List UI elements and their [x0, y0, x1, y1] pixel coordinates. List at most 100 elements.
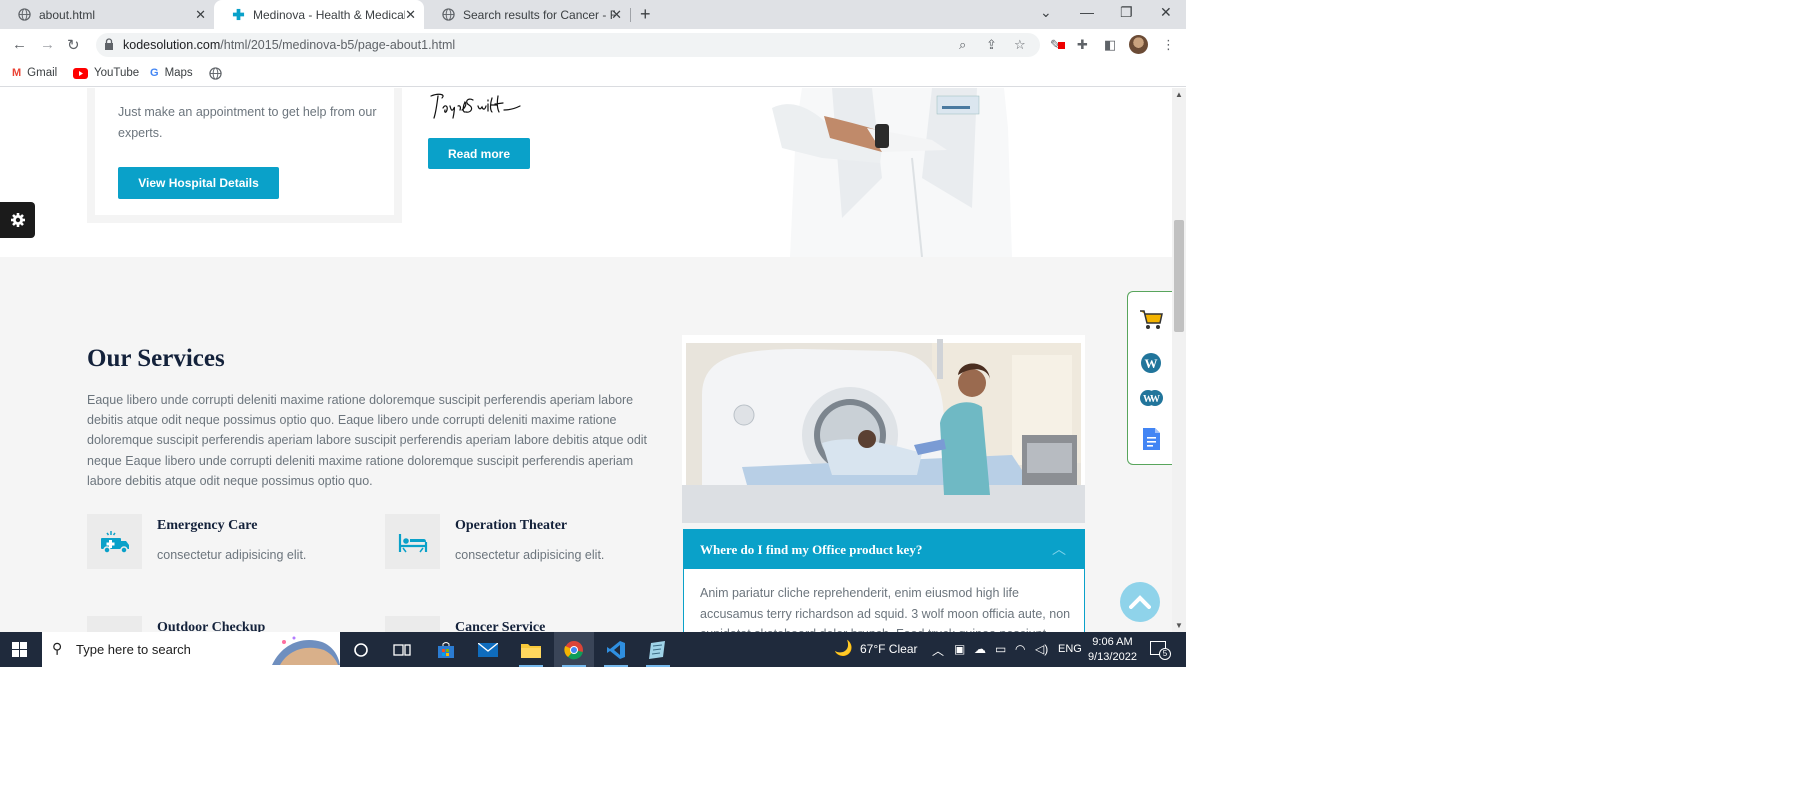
close-tab-icon[interactable]: ✕: [195, 7, 206, 23]
wordpress-icon[interactable]: W: [1138, 350, 1164, 376]
document-icon[interactable]: [1138, 426, 1164, 452]
close-tab-icon[interactable]: ✕: [611, 7, 622, 23]
scroll-to-top-button[interactable]: [1120, 582, 1160, 622]
extensions-puzzle-icon[interactable]: ✚: [1077, 37, 1088, 53]
search-highlight-illustration: [272, 636, 340, 665]
taskbar-clock[interactable]: 9:06 AM 9/13/2022: [1088, 635, 1137, 665]
bookmark-gmail[interactable]: M Gmail: [12, 67, 57, 79]
tab-search-chevron-icon[interactable]: ⌄: [1040, 4, 1052, 21]
bookmark-youtube[interactable]: YouTube: [73, 67, 139, 79]
read-more-button[interactable]: Read more: [428, 138, 530, 169]
scroll-up-arrow-icon[interactable]: ▲: [1175, 90, 1183, 99]
wifi-icon[interactable]: ◠: [1015, 642, 1025, 656]
weather-text[interactable]: 67°F Clear: [860, 642, 918, 656]
notepad-button[interactable]: [638, 632, 678, 667]
service-title: Outdoor Checkup: [157, 620, 266, 632]
ct-scan-image: [682, 335, 1085, 523]
bookmark-star-icon[interactable]: ☆: [1014, 37, 1026, 53]
profile-avatar[interactable]: [1129, 35, 1148, 54]
bookmark-maps[interactable]: G Maps: [150, 67, 193, 79]
doctor-image: [772, 88, 1012, 257]
vscode-button[interactable]: [596, 632, 636, 667]
globe-icon: [442, 8, 455, 21]
minimize-button[interactable]: —: [1080, 4, 1094, 20]
ambulance-icon: [100, 530, 129, 554]
background-area-bottom: [0, 667, 1186, 788]
hospital-bed-icon: [398, 533, 427, 552]
file-explorer-button[interactable]: [511, 632, 551, 667]
view-hospital-details-button[interactable]: View Hospital Details: [118, 167, 279, 199]
reload-button[interactable]: ↻: [67, 36, 80, 54]
close-tab-icon[interactable]: ✕: [405, 7, 416, 23]
page-viewport: Just make an appointment to get help fro…: [0, 88, 1172, 632]
windows-start-icon[interactable]: [12, 642, 27, 657]
new-tab-button[interactable]: +: [640, 4, 651, 25]
address-bar: ← → ↻ kodesolution.com/html/2015/medinov…: [0, 29, 1186, 61]
language-indicator[interactable]: ENG: [1058, 643, 1082, 655]
tab-medinova[interactable]: Medinova - Health & Medical HT ✕: [214, 0, 424, 29]
close-window-button[interactable]: ✕: [1160, 4, 1172, 21]
faq-answer: Anim pariatur cliche reprehenderit, enim…: [700, 586, 1071, 632]
extension-pen-icon[interactable]: ✎: [1050, 37, 1065, 53]
menu-kebab-icon[interactable]: ⋮: [1162, 37, 1175, 53]
page-scrollbar[interactable]: ▲ ▼: [1172, 88, 1186, 632]
tab-about[interactable]: about.html ✕: [0, 0, 214, 29]
zoom-icon[interactable]: ⌕: [959, 37, 966, 53]
services-section: Our Services Eaque libero unde corrupti …: [0, 257, 1172, 632]
side-panel-icon[interactable]: ◧: [1104, 37, 1116, 53]
chrome-button[interactable]: [554, 632, 594, 667]
faq-header[interactable]: Where do I find my Office product key? ︿: [684, 530, 1084, 569]
search-placeholder: Type here to search: [76, 642, 191, 657]
url-field[interactable]: kodesolution.com/html/2015/medinova-b5/p…: [96, 33, 1040, 57]
wordpress-plugins-icon[interactable]: W W: [1138, 386, 1164, 412]
service-icon-box: [385, 514, 440, 569]
service-title: Emergency Care: [157, 518, 258, 533]
background-area: [1186, 0, 1806, 788]
forward-button[interactable]: →: [40, 36, 55, 53]
chevron-up-icon[interactable]: ︿: [1052, 539, 1066, 559]
scrollbar-thumb[interactable]: [1174, 220, 1184, 332]
service-subtitle: consectetur adipisicing elit.: [157, 548, 307, 562]
cortana-circle-icon: [354, 642, 368, 657]
weather-moon-icon[interactable]: 🌙: [834, 639, 853, 657]
folder-icon: [521, 643, 541, 658]
tab-flaticon[interactable]: Search results for Cancer - Flatic ✕: [424, 0, 630, 29]
services-description: Eaque libero unde corrupti deleniti maxi…: [87, 393, 648, 488]
scroll-down-arrow-icon[interactable]: ▼: [1175, 621, 1183, 630]
clock-time: 9:06 AM: [1092, 636, 1133, 648]
cart-icon[interactable]: [1138, 306, 1164, 332]
back-button[interactable]: ←: [12, 36, 27, 53]
share-icon[interactable]: ⇪: [986, 37, 997, 53]
battery-icon[interactable]: ▭: [995, 642, 1006, 656]
bookmark-globe[interactable]: [209, 67, 222, 80]
medical-cross-icon: [232, 8, 245, 21]
chevron-up-icon: [1129, 595, 1151, 609]
tray-chevron-up-icon[interactable]: ︿: [932, 642, 944, 659]
service-icon-box: [87, 616, 142, 632]
cortana-button[interactable]: [341, 632, 381, 667]
svg-text:W: W: [1145, 356, 1158, 371]
microsoft-store-button[interactable]: [426, 632, 466, 667]
style-switcher-button[interactable]: [0, 202, 35, 238]
chrome-icon: [564, 640, 583, 659]
notification-count-badge: 5: [1159, 648, 1171, 660]
service-title: Operation Theater: [455, 518, 568, 533]
task-view-button[interactable]: [382, 632, 422, 667]
meet-now-icon[interactable]: ▣: [954, 642, 965, 656]
notification-center-button[interactable]: 5: [1150, 641, 1171, 660]
bookmark-label: Gmail: [27, 67, 58, 79]
notepad-icon: [649, 640, 665, 659]
onedrive-cloud-icon[interactable]: ☁: [974, 642, 986, 656]
restore-button[interactable]: ❐: [1120, 4, 1133, 21]
taskbar-search-input[interactable]: ⚲ Type here to search: [42, 632, 340, 667]
gmail-icon: M: [12, 67, 22, 79]
vscode-icon: [607, 640, 625, 659]
search-icon: ⚲: [52, 640, 63, 656]
store-bag-icon: [438, 641, 454, 658]
url-path: /html/2015/medinova-b5/page-about1.html: [220, 38, 456, 52]
volume-icon[interactable]: ◁): [1035, 642, 1048, 656]
faq-question: Where do I find my Office product key?: [700, 542, 923, 557]
globe-icon: [18, 8, 31, 21]
task-view-icon: [393, 643, 411, 656]
mail-button[interactable]: [468, 632, 508, 667]
